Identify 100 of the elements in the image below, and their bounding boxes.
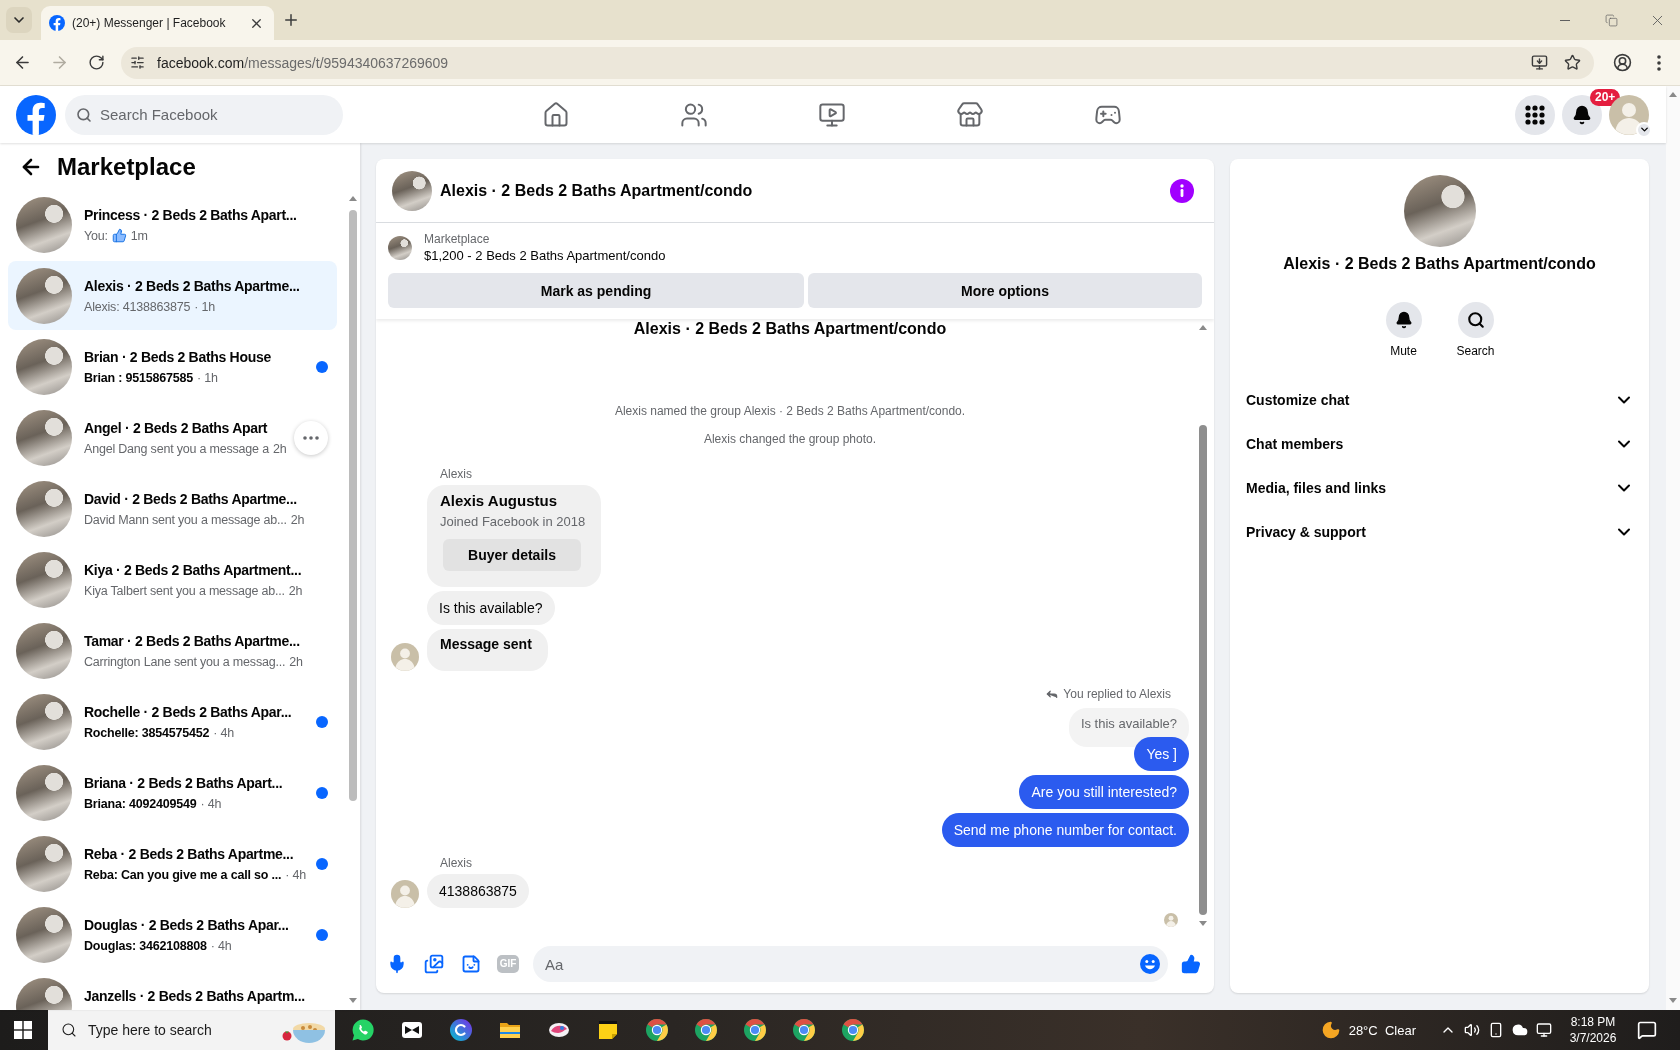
taskbar-search-field[interactable]: Type here to search (48, 1010, 335, 1050)
sliders-icon (129, 55, 145, 70)
message-bubble: 4138863875 (427, 874, 529, 908)
browser-icon[interactable] (791, 1018, 816, 1042)
conversation-item[interactable]: Alexis · 2 Beds 2 Baths Apartme... Alexis: 4138863875 · 1h (8, 261, 337, 330)
conversation-preview: Reba: Can you give me a call so ... (84, 866, 282, 884)
conversation-item[interactable]: Brian · 2 Beds 2 Baths House Brian : 9515867585 · 1h (8, 332, 337, 401)
tab-search-button[interactable] (6, 7, 32, 33)
scroll-up-arrow-icon[interactable] (1199, 325, 1207, 330)
seen-avatar-icon (1164, 913, 1178, 927)
message-bubble: Is this available? (427, 591, 555, 625)
conversation-title: Kiya · 2 Beds 2 Baths Apartment... (84, 560, 302, 580)
clock-time: 8:18 PM (1570, 1014, 1616, 1030)
phone-icon[interactable] (1488, 1022, 1504, 1038)
conversation-time: · 4h (285, 866, 306, 884)
conversation-time: · 4h (213, 724, 234, 742)
scroll-down-arrow-icon[interactable] (1199, 921, 1207, 926)
scroll-down-arrow-icon[interactable] (1669, 998, 1677, 1003)
network-icon[interactable] (1536, 1022, 1552, 1038)
chevron-down-icon[interactable] (1638, 124, 1650, 135)
url-text: facebook.com/messages/t/9594340637269609 (157, 54, 450, 71)
monitor-download-icon (1530, 54, 1548, 71)
search-field[interactable]: Search Facebook (65, 94, 343, 135)
chat-bubble-icon[interactable] (350, 1018, 375, 1042)
listing-title: $1,200 - 2 Beds 2 Baths Apartment/condo (424, 247, 666, 265)
conversation-item[interactable]: Douglas · 2 Beds 2 Baths Apar... Douglas: 3462108808 · 4h (8, 900, 337, 969)
windows-logo-icon (14, 1021, 32, 1039)
browser-icon[interactable] (742, 1018, 767, 1042)
logo-icon[interactable] (49, 15, 65, 31)
conversation-title: Alexis · 2 Beds 2 Baths Apartme... (84, 276, 300, 296)
profile-name: Alexis Augustus (440, 491, 557, 511)
conversation-item[interactable]: Angel · 2 Beds 2 Baths Apart Angel Dang sent you a message a 2h (8, 403, 337, 472)
details-title: Alexis · 2 Beds 2 Baths Apartment/condo (1283, 254, 1596, 274)
browser-icon[interactable] (840, 1018, 865, 1042)
conversation-item[interactable]: Kiya · 2 Beds 2 Baths Apartment... Kiya Talbert sent you a message ab... 2h (8, 545, 337, 614)
scrollbar-thumb[interactable] (349, 210, 357, 801)
info-icon[interactable] (1170, 178, 1194, 203)
photo-button[interactable] (422, 952, 446, 976)
scroll-up-arrow-icon[interactable] (349, 196, 357, 201)
accordion-button[interactable]: Privacy & support (1230, 510, 1649, 554)
scrollbar-thumb[interactable] (1199, 425, 1207, 915)
star-icon (1563, 54, 1581, 71)
app-icon[interactable] (448, 1018, 473, 1042)
conversation-title: Princess · 2 Beds 2 Baths Apart... (84, 205, 297, 225)
conversation-time: 2h (288, 582, 303, 600)
photo-placeholder (388, 236, 412, 260)
accordion-button[interactable]: Media, files and links (1230, 466, 1649, 510)
conversation-preview: David Mann sent you a message ab... (84, 511, 287, 529)
conversation-preview: Kiya Talbert sent you a message ab... (84, 582, 285, 600)
menu-button[interactable] (1515, 94, 1555, 135)
moon-icon[interactable] (1320, 1020, 1341, 1040)
conversation-item[interactable]: Tamar · 2 Beds 2 Baths Apartme... Carrington Lane sent you a messag... 2h (8, 616, 337, 685)
bell-icon (1572, 104, 1592, 125)
user-circle-icon (1612, 53, 1632, 72)
emoji-icon[interactable] (1140, 954, 1160, 974)
conversation-item[interactable]: Rochelle · 2 Beds 2 Baths Apar... Rochelle: 3854575452 · 4h (8, 687, 337, 756)
minimize-icon (1560, 19, 1570, 21)
conversation-title: David · 2 Beds 2 Baths Apartme... (84, 489, 297, 509)
chat-title: Alexis · 2 Beds 2 Baths Apartment/condo (440, 180, 754, 201)
accordion-button[interactable]: Customize chat (1230, 378, 1649, 422)
home-icon[interactable] (542, 100, 570, 129)
thumbs-up-icon (111, 228, 127, 243)
buyer-details-button[interactable]: Buyer details (443, 539, 581, 571)
cloud-icon[interactable] (1512, 1022, 1528, 1038)
scroll-up-arrow-icon[interactable] (1669, 92, 1677, 97)
conversation-preview: Alexis: 4138863875 (84, 298, 191, 316)
listing-action-button[interactable]: More options (808, 273, 1202, 308)
sticker-icon (461, 954, 481, 974)
logo-icon[interactable] (16, 94, 56, 135)
conversation-time: 2h (289, 653, 303, 671)
sender-name: Alexis (440, 466, 472, 482)
conversation-time: · 1h (197, 369, 218, 387)
browser-icon[interactable] (644, 1018, 669, 1042)
listing-action-button[interactable]: Mark as pending (388, 273, 804, 308)
scroll-down-arrow-icon[interactable] (349, 998, 357, 1003)
browser-icon[interactable] (693, 1018, 718, 1042)
conversation-item[interactable]: Briana · 2 Beds 2 Baths Apart... Briana: 4092409549 · 4h (8, 758, 337, 827)
address-bar[interactable]: facebook.com/messages/t/9594340637269609 (121, 46, 1594, 79)
mute-button[interactable] (1385, 302, 1422, 338)
thumbs-up-icon[interactable] (1181, 954, 1201, 974)
action-label: Mute (1390, 343, 1417, 359)
search-button[interactable] (1457, 302, 1494, 338)
search-icon (61, 1022, 77, 1038)
conversation-time: · 4h (210, 937, 232, 955)
store-icon[interactable] (956, 100, 984, 129)
conversation-item[interactable]: Princess · 2 Beds 2 Baths Apart... You: 1m (8, 190, 337, 259)
search-icon (76, 106, 92, 123)
message-field[interactable]: Aa (533, 946, 1168, 982)
speaker-icon[interactable] (1464, 1022, 1480, 1038)
conversation-time: · 4h (200, 795, 222, 813)
accordion-button[interactable]: Chat members (1230, 422, 1649, 466)
browser-tab[interactable]: (20+) Messenger | Facebook (41, 6, 274, 40)
conversation-time: 2h (272, 440, 287, 458)
reply-icon (1045, 687, 1060, 701)
message-bubble: Are you still interested? (1019, 775, 1189, 809)
conversation-title: Janzells · 2 Beds 2 Baths Apartm... (84, 986, 305, 1006)
conversation-item[interactable]: Reba · 2 Beds 2 Baths Apartme... Reba: Can you give me a call so ... · 4h (8, 829, 337, 898)
tab-title: (20+) Messenger | Facebook (72, 16, 227, 30)
conversation-item[interactable]: David · 2 Beds 2 Baths Apartme... David Mann sent you a message ab... 2h (8, 474, 337, 543)
sender-name: Alexis (440, 855, 472, 871)
